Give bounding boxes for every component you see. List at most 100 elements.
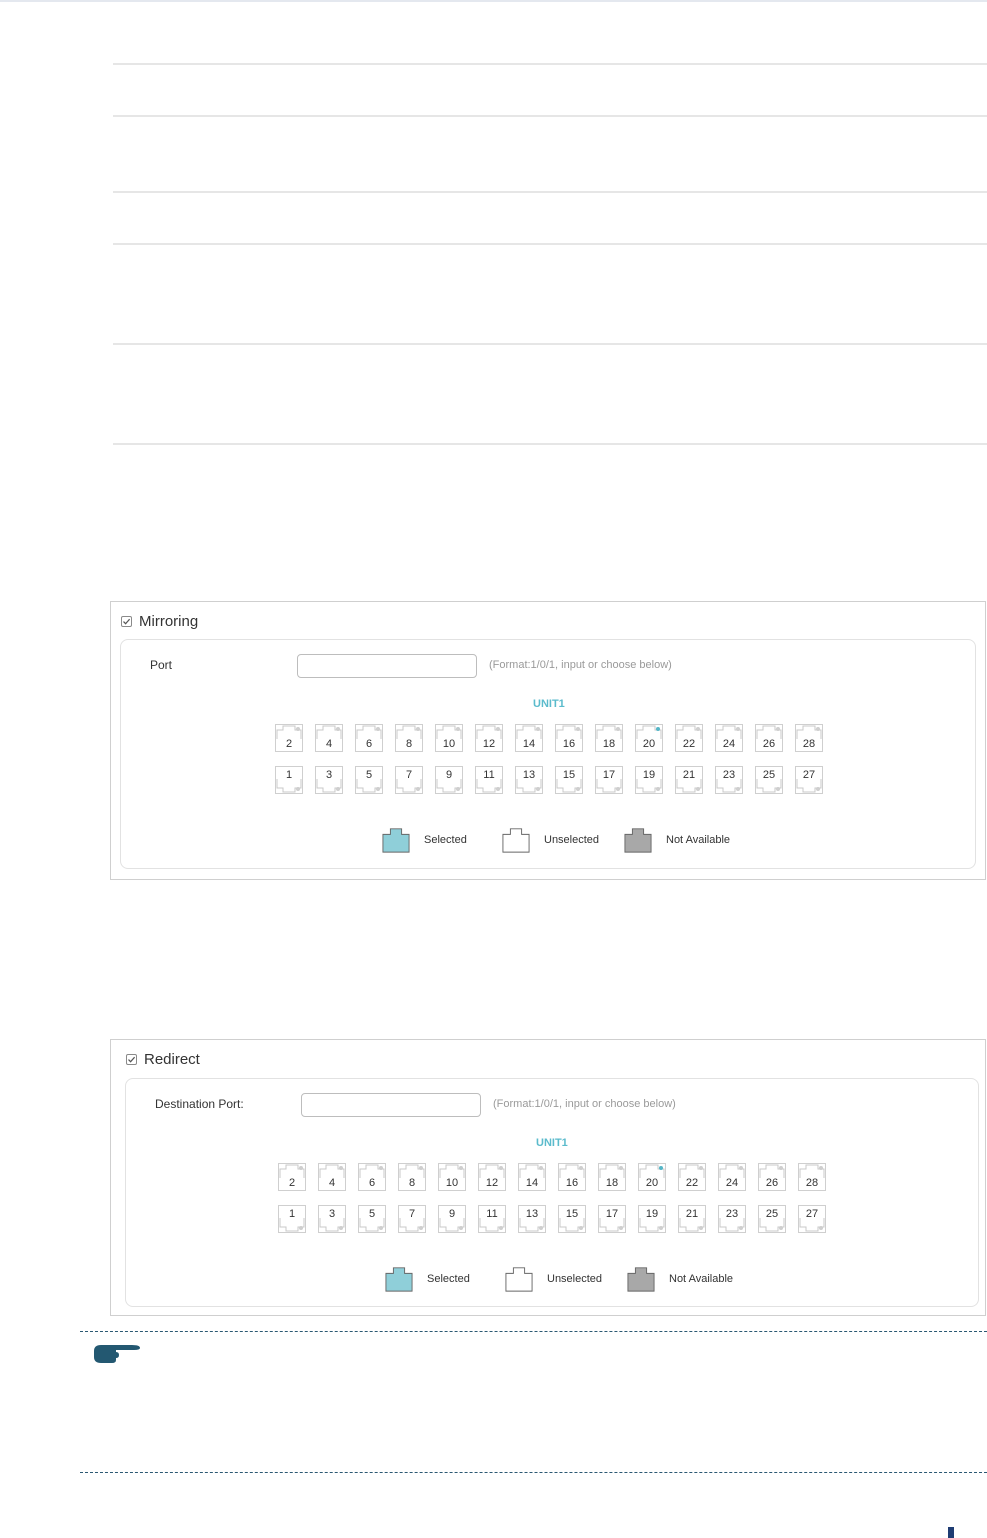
port-number: 2 xyxy=(288,1177,296,1189)
redirect-header: Redirect xyxy=(126,1051,200,1068)
port-17[interactable]: 17 xyxy=(598,1205,626,1233)
port-5[interactable]: 5 xyxy=(358,1205,386,1233)
port-7[interactable]: 7 xyxy=(398,1205,426,1233)
legend-selected-label: Selected xyxy=(427,1273,470,1285)
mirroring-panel: Mirroring Port (Format:1/0/1, input or c… xyxy=(110,601,986,880)
port-number: 16 xyxy=(562,738,576,750)
table-rule xyxy=(113,343,987,345)
port-12[interactable]: 12 xyxy=(478,1163,506,1191)
port-17[interactable]: 17 xyxy=(595,766,623,794)
port-status-led xyxy=(336,727,340,731)
port-number: 5 xyxy=(365,769,373,781)
port-28[interactable]: 28 xyxy=(798,1163,826,1191)
port-19[interactable]: 19 xyxy=(635,766,663,794)
port-2[interactable]: 2 xyxy=(278,1163,306,1191)
legend-not-available-swatch xyxy=(627,1267,655,1292)
port-18[interactable]: 18 xyxy=(595,724,623,752)
port-5[interactable]: 5 xyxy=(355,766,383,794)
mirroring-body: Port (Format:1/0/1, input or choose belo… xyxy=(120,639,976,869)
port-status-led xyxy=(816,727,820,731)
port-15[interactable]: 15 xyxy=(558,1205,586,1233)
port-20[interactable]: 20 xyxy=(635,724,663,752)
port-25[interactable]: 25 xyxy=(755,766,783,794)
port-number: 22 xyxy=(682,738,696,750)
port-status-led xyxy=(739,1166,743,1170)
port-19[interactable]: 19 xyxy=(638,1205,666,1233)
port-24[interactable]: 24 xyxy=(718,1163,746,1191)
port-26[interactable]: 26 xyxy=(758,1163,786,1191)
legend-unselected-label: Unselected xyxy=(544,834,600,846)
redirect-body: Destination Port: (Format:1/0/1, input o… xyxy=(125,1078,979,1307)
port-8[interactable]: 8 xyxy=(398,1163,426,1191)
port-1[interactable]: 1 xyxy=(278,1205,306,1233)
port-20[interactable]: 20 xyxy=(638,1163,666,1191)
port-12[interactable]: 12 xyxy=(475,724,503,752)
legend-selected-swatch xyxy=(385,1267,413,1292)
port-18[interactable]: 18 xyxy=(598,1163,626,1191)
mirroring-checkbox[interactable] xyxy=(121,616,132,627)
port-27[interactable]: 27 xyxy=(798,1205,826,1233)
port-status-led xyxy=(619,1166,623,1170)
legend-not-available-label: Not Available xyxy=(669,1273,734,1285)
port-16[interactable]: 16 xyxy=(555,724,583,752)
port-4[interactable]: 4 xyxy=(315,724,343,752)
port-2[interactable]: 2 xyxy=(275,724,303,752)
port-number: 28 xyxy=(805,1177,819,1189)
checkmark-icon xyxy=(123,618,131,625)
port-status-led xyxy=(379,1226,383,1230)
port-14[interactable]: 14 xyxy=(515,724,543,752)
legend-unselected-swatch xyxy=(505,1267,533,1292)
port-21[interactable]: 21 xyxy=(675,766,703,794)
port-11[interactable]: 11 xyxy=(478,1205,506,1233)
port-status-led xyxy=(456,727,460,731)
port-3[interactable]: 3 xyxy=(315,766,343,794)
destination-port-input[interactable] xyxy=(301,1093,481,1117)
port-number: 8 xyxy=(408,1177,416,1189)
port-16[interactable]: 16 xyxy=(558,1163,586,1191)
port-6[interactable]: 6 xyxy=(358,1163,386,1191)
port-10[interactable]: 10 xyxy=(435,724,463,752)
port-status-led xyxy=(659,1166,663,1170)
port-9[interactable]: 9 xyxy=(435,766,463,794)
port-number: 14 xyxy=(522,738,536,750)
port-7[interactable]: 7 xyxy=(395,766,423,794)
port-1[interactable]: 1 xyxy=(275,766,303,794)
port-21[interactable]: 21 xyxy=(678,1205,706,1233)
port-number: 5 xyxy=(368,1208,376,1220)
port-22[interactable]: 22 xyxy=(678,1163,706,1191)
legend-selected-label: Selected xyxy=(424,834,467,846)
port-24[interactable]: 24 xyxy=(715,724,743,752)
port-26[interactable]: 26 xyxy=(755,724,783,752)
port-27[interactable]: 27 xyxy=(795,766,823,794)
port-number: 9 xyxy=(448,1208,456,1220)
port-number: 3 xyxy=(325,769,333,781)
table-rule xyxy=(113,243,987,245)
port-format-hint: (Format:1/0/1, input or choose below) xyxy=(493,1098,676,1110)
port-22[interactable]: 22 xyxy=(675,724,703,752)
port-9[interactable]: 9 xyxy=(438,1205,466,1233)
port-23[interactable]: 23 xyxy=(718,1205,746,1233)
port-6[interactable]: 6 xyxy=(355,724,383,752)
port-number: 27 xyxy=(805,1208,819,1220)
port-28[interactable]: 28 xyxy=(795,724,823,752)
port-3[interactable]: 3 xyxy=(318,1205,346,1233)
port-15[interactable]: 15 xyxy=(555,766,583,794)
port-4[interactable]: 4 xyxy=(318,1163,346,1191)
port-11[interactable]: 11 xyxy=(475,766,503,794)
port-number: 20 xyxy=(642,738,656,750)
port-number: 17 xyxy=(602,769,616,781)
port-14[interactable]: 14 xyxy=(518,1163,546,1191)
port-13[interactable]: 13 xyxy=(518,1205,546,1233)
port-10[interactable]: 10 xyxy=(438,1163,466,1191)
port-8[interactable]: 8 xyxy=(395,724,423,752)
port-status-led xyxy=(576,787,580,791)
table-rule xyxy=(113,443,987,445)
port-input[interactable] xyxy=(297,654,477,678)
port-status-led xyxy=(496,787,500,791)
port-25[interactable]: 25 xyxy=(758,1205,786,1233)
port-status-led xyxy=(736,727,740,731)
redirect-checkbox[interactable] xyxy=(126,1054,137,1065)
port-23[interactable]: 23 xyxy=(715,766,743,794)
port-number: 18 xyxy=(605,1177,619,1189)
port-13[interactable]: 13 xyxy=(515,766,543,794)
